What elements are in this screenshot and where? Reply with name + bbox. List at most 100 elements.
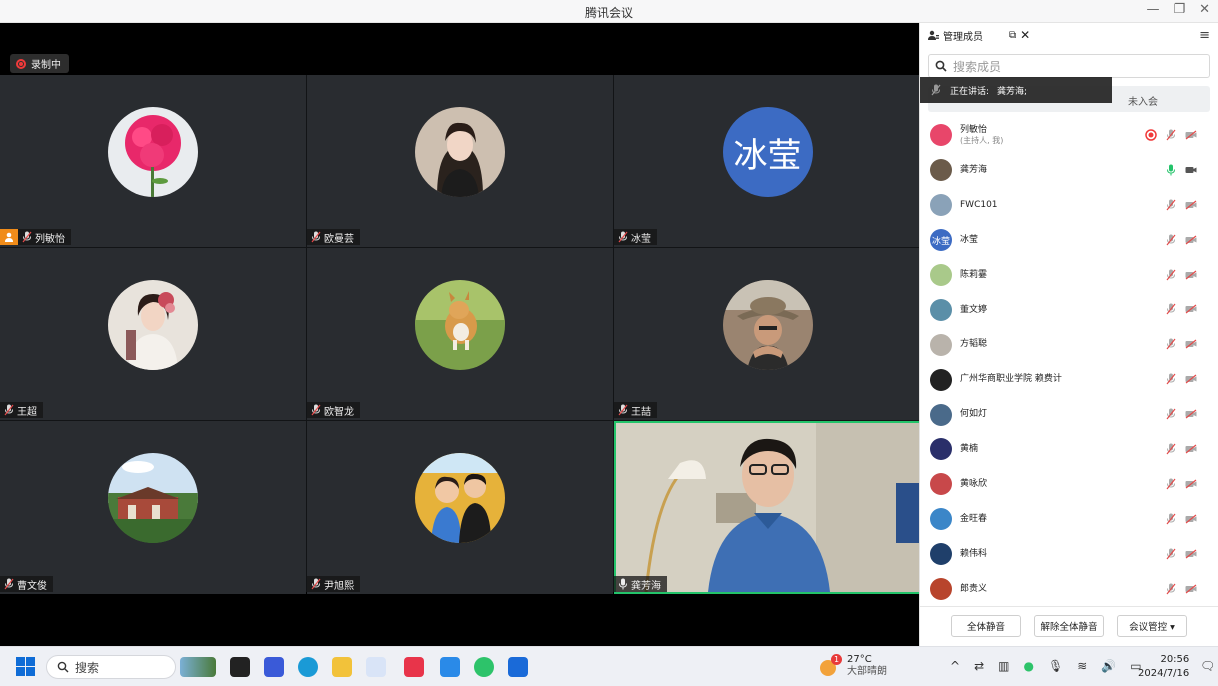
- participant-nametag: 王超: [0, 402, 43, 418]
- tray-app-icon[interactable]: ●: [1023, 659, 1033, 673]
- mic-muted-icon[interactable]: [1165, 338, 1177, 350]
- edge-icon[interactable]: [298, 657, 318, 677]
- mic-muted-icon[interactable]: [1165, 548, 1177, 560]
- camera-off-icon[interactable]: [1185, 199, 1197, 211]
- camera-off-icon[interactable]: [1185, 234, 1197, 246]
- member-row[interactable]: 广州华商职业学院 赖费计: [920, 362, 1218, 397]
- camera-off-icon[interactable]: [1185, 478, 1197, 490]
- microphone-icon[interactable]: 🎙: [1048, 659, 1063, 673]
- camera-off-icon[interactable]: [1185, 303, 1197, 315]
- mic-muted-icon: [311, 404, 321, 416]
- camera-off-icon[interactable]: [1185, 513, 1197, 525]
- chevron-up-icon[interactable]: ^: [950, 659, 960, 673]
- video-tile-active-speaker[interactable]: 龚芳海: [614, 421, 921, 594]
- mic-on-icon[interactable]: [1165, 164, 1177, 176]
- clock-date: 2024/7/16: [1138, 667, 1190, 679]
- camera-off-icon[interactable]: [1185, 129, 1197, 141]
- volume-icon[interactable]: 🔊: [1101, 659, 1116, 673]
- member-row[interactable]: 陈莉霎: [920, 258, 1218, 293]
- mic-muted-icon: [22, 231, 32, 243]
- panel-close-icon[interactable]: ✕: [1020, 28, 1030, 42]
- camera-off-icon[interactable]: [1185, 269, 1197, 281]
- camera-off-icon[interactable]: [1185, 548, 1197, 560]
- video-tile[interactable]: 王喆: [614, 248, 921, 420]
- mic-muted-icon[interactable]: [1165, 583, 1177, 595]
- member-search-field[interactable]: 搜索成员: [928, 54, 1210, 78]
- video-tile[interactable]: 欧智龙: [307, 248, 613, 420]
- mic-muted-icon[interactable]: [1165, 303, 1177, 315]
- windows-start-icon[interactable]: [16, 657, 35, 676]
- notification-icon[interactable]: 🗨: [1200, 659, 1215, 673]
- video-tile[interactable]: 王超: [0, 248, 306, 420]
- mic-muted-icon[interactable]: [1165, 443, 1177, 455]
- task-view-icon[interactable]: [230, 657, 250, 677]
- member-row[interactable]: 赖伟科: [920, 537, 1218, 572]
- video-tile[interactable]: 欧曼芸: [307, 75, 613, 247]
- tray-app-icon[interactable]: ▥: [998, 659, 1009, 673]
- mic-muted-icon[interactable]: [1165, 269, 1177, 281]
- app-icon[interactable]: [264, 657, 284, 677]
- camera-off-icon[interactable]: [1185, 373, 1197, 385]
- meeting-control-button[interactable]: 会议管控 ▾: [1117, 615, 1187, 637]
- recording-indicator[interactable]: 录制中: [10, 54, 69, 73]
- video-tile[interactable]: 尹旭熙: [307, 421, 613, 594]
- tab-not-joined[interactable]: 未入会: [1128, 93, 1158, 108]
- video-tile[interactable]: 曹文俊: [0, 421, 306, 594]
- camera-off-icon[interactable]: [1185, 408, 1197, 420]
- meeting-app: 腾讯会议 — ❐ ✕ 录制中 列敏怡 欧曼芸 冰莹 冰莹 王超 欧智龙 王喆 曹…: [0, 0, 1218, 646]
- menu-icon[interactable]: ≡: [1199, 28, 1210, 43]
- weather-widget[interactable]: 1 27°C 大部晴朗: [820, 654, 887, 678]
- member-row[interactable]: 龚芳海: [920, 153, 1218, 188]
- camera-off-icon[interactable]: [1185, 443, 1197, 455]
- member-name-block: 陈莉霎: [960, 270, 987, 281]
- app-icon[interactable]: [404, 657, 424, 677]
- member-avatar: [930, 298, 952, 321]
- wifi-icon[interactable]: ≋: [1077, 659, 1087, 673]
- search-icon: [57, 661, 69, 673]
- widgets-icon[interactable]: [180, 657, 216, 677]
- member-avatar: [930, 438, 952, 461]
- member-row[interactable]: FWC101: [920, 188, 1218, 223]
- taskbar-clock[interactable]: 20:56 2024/7/16: [1138, 653, 1189, 680]
- mic-muted-icon[interactable]: [1165, 408, 1177, 420]
- member-row[interactable]: 郎贵义: [920, 572, 1218, 607]
- member-row[interactable]: 列敏怡 (主持人, 我): [920, 118, 1218, 153]
- camera-off-icon[interactable]: [1185, 338, 1197, 350]
- video-tile[interactable]: 冰莹 冰莹: [614, 75, 921, 247]
- mic-muted-icon[interactable]: [1165, 373, 1177, 385]
- participant-nametag: 王喆: [614, 402, 657, 418]
- member-row[interactable]: 董文婷: [920, 292, 1218, 327]
- minimize-icon[interactable]: —: [1146, 2, 1159, 17]
- close-icon[interactable]: ✕: [1199, 2, 1210, 17]
- member-name-block: 黄咏欣: [960, 479, 987, 490]
- taskbar-search[interactable]: 搜索: [46, 655, 176, 679]
- tencent-meeting-icon[interactable]: [508, 657, 528, 677]
- member-row[interactable]: 金旺春: [920, 502, 1218, 537]
- popout-icon[interactable]: ⧉: [1009, 30, 1016, 41]
- member-name-block: 金旺春: [960, 514, 987, 525]
- participant-name: 欧智龙: [324, 406, 354, 418]
- mic-muted-icon[interactable]: [1165, 129, 1177, 141]
- tray-app-icon[interactable]: ⇄: [974, 659, 984, 673]
- app-icon[interactable]: [366, 657, 386, 677]
- camera-on-icon[interactable]: [1185, 164, 1197, 176]
- member-row[interactable]: 何如灯: [920, 397, 1218, 432]
- file-explorer-icon[interactable]: [332, 657, 352, 677]
- mic-muted-icon[interactable]: [1165, 513, 1177, 525]
- unmute-all-button[interactable]: 解除全体静音: [1034, 615, 1104, 637]
- member-row[interactable]: 黄楠: [920, 432, 1218, 467]
- app-icon[interactable]: [440, 657, 460, 677]
- restore-icon[interactable]: ❐: [1173, 2, 1185, 17]
- member-avatar: [930, 403, 952, 426]
- camera-off-icon[interactable]: [1185, 583, 1197, 595]
- participant-nametag: 冰莹: [614, 229, 657, 245]
- video-tile[interactable]: 列敏怡: [0, 75, 306, 247]
- mic-muted-icon[interactable]: [1165, 199, 1177, 211]
- member-row[interactable]: 方韬聪: [920, 327, 1218, 362]
- mute-all-button[interactable]: 全体静音: [951, 615, 1021, 637]
- member-row[interactable]: 黄咏欣: [920, 467, 1218, 502]
- wechat-icon[interactable]: [474, 657, 494, 677]
- member-row[interactable]: 冰莹 冰莹: [920, 223, 1218, 258]
- mic-muted-icon[interactable]: [1165, 234, 1177, 246]
- mic-muted-icon[interactable]: [1165, 478, 1177, 490]
